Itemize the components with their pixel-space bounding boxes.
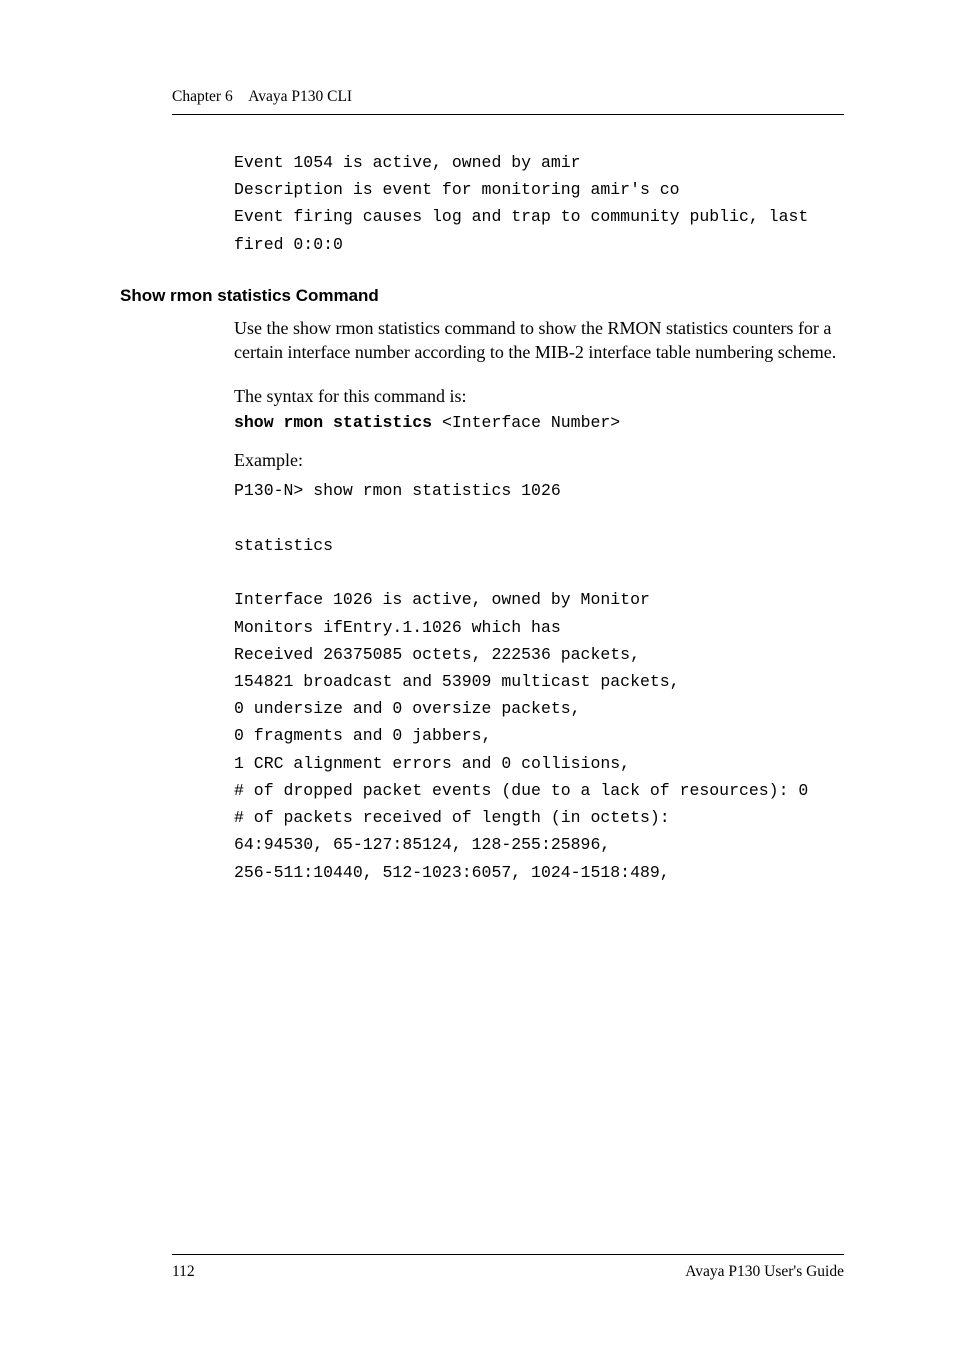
code-line: # of dropped packet events (due to a lac…: [234, 781, 808, 800]
syntax-line: show rmon statistics <Interface Number>: [234, 413, 844, 432]
code-line: P130-N> show rmon statistics 1026: [234, 481, 561, 500]
code-line: 256-511:10440, 512-1023:6057, 1024-1518:…: [234, 863, 670, 882]
chapter-label: Chapter 6: [172, 88, 233, 105]
code-line: 154821 broadcast and 53909 multicast pac…: [234, 672, 680, 691]
example-label: Example:: [234, 450, 844, 471]
page-number: 112: [172, 1263, 195, 1281]
code-line: 0 fragments and 0 jabbers,: [234, 726, 491, 745]
syntax-args: <Interface Number>: [432, 413, 620, 432]
code-line: statistics: [234, 536, 333, 555]
section-paragraph: Use the show rmon statistics command to …: [234, 316, 844, 365]
syntax-intro: The syntax for this command is:: [234, 386, 844, 407]
doc-title: Avaya P130 User's Guide: [685, 1263, 844, 1281]
footer-row: 112 Avaya P130 User's Guide: [172, 1263, 844, 1281]
example-code-block: P130-N> show rmon statistics 1026 statis…: [234, 477, 844, 885]
running-head: Chapter 6 Avaya P130 CLI: [172, 88, 844, 106]
page: Chapter 6 Avaya P130 CLI Event 1054 is a…: [0, 0, 954, 1351]
code-line: Event 1054 is active, owned by amir: [234, 153, 581, 172]
code-line: Received 26375085 octets, 222536 packets…: [234, 645, 640, 664]
code-line: 64:94530, 65-127:85124, 128-255:25896,: [234, 835, 610, 854]
code-line: Interface 1026 is active, owned by Monit…: [234, 590, 650, 609]
chapter-title: Avaya P130 CLI: [248, 88, 352, 105]
footer: 112 Avaya P130 User's Guide: [172, 1254, 844, 1281]
code-line: Description is event for monitoring amir…: [234, 180, 680, 199]
section-heading: Show rmon statistics Command: [120, 286, 844, 306]
syntax-command: show rmon statistics: [234, 413, 432, 432]
code-line: 1 CRC alignment errors and 0 collisions,: [234, 754, 630, 773]
code-line: # of packets received of length (in octe…: [234, 808, 670, 827]
code-line: 0 undersize and 0 oversize packets,: [234, 699, 581, 718]
footer-divider: [172, 1254, 844, 1255]
header-divider: [172, 114, 844, 115]
top-code-block: Event 1054 is active, owned by amir Desc…: [234, 149, 844, 258]
code-line: Monitors ifEntry.1.1026 which has: [234, 618, 561, 637]
code-line: Event firing causes log and trap to comm…: [234, 207, 818, 253]
